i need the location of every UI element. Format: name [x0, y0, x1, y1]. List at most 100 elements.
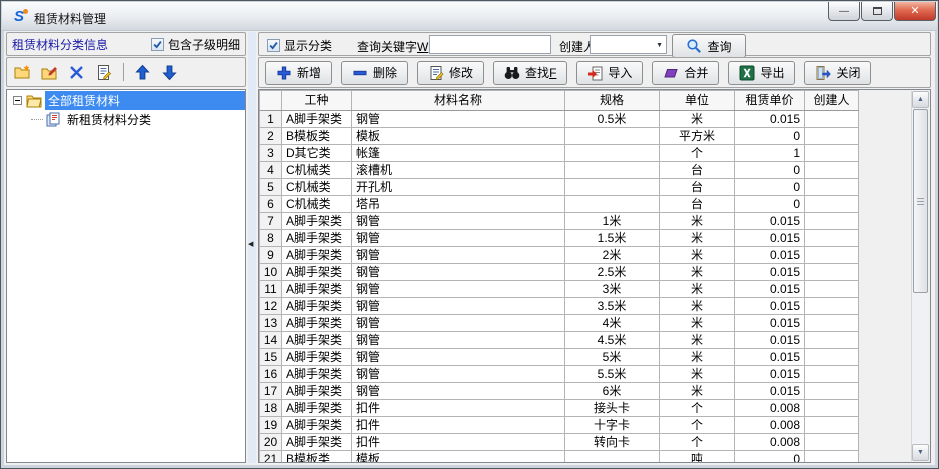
table-cell: 0.008 [735, 417, 805, 434]
table-row[interactable]: 10A脚手架类钢管2.5米米0.015 [260, 264, 859, 281]
chevron-down-icon: ▼ [656, 42, 663, 49]
tree-node-label: 新租赁材料分类 [64, 110, 154, 129]
table-row[interactable]: 18A脚手架类扣件接头卡个0.008 [260, 400, 859, 417]
column-header[interactable]: 工种 [282, 91, 352, 111]
vertical-scrollbar[interactable]: ▲ ▼ [911, 91, 928, 461]
panel-splitter[interactable]: ◀ [248, 32, 256, 463]
scroll-up-icon[interactable]: ▲ [912, 91, 929, 108]
column-header[interactable]: 租赁单价 [735, 91, 805, 111]
scroll-down-icon[interactable]: ▼ [912, 444, 929, 461]
category-panel-title: 租赁材料分类信息 [12, 36, 147, 53]
window-title: 租赁材料管理 [34, 10, 106, 27]
include-children-checkbox[interactable] [151, 38, 164, 51]
search-button[interactable]: 查询 [672, 34, 746, 58]
table-row[interactable]: 19A脚手架类扣件十字卡个0.008 [260, 417, 859, 434]
table-cell: A脚手架类 [282, 281, 352, 298]
creator-combobox[interactable]: ▼ [590, 35, 667, 54]
table-cell: C机械类 [282, 196, 352, 213]
table-cell: 0.015 [735, 230, 805, 247]
table-cell [805, 366, 859, 383]
column-header[interactable] [260, 91, 282, 111]
scrollbar-thumb[interactable] [913, 109, 928, 293]
category-detail-button[interactable] [94, 62, 114, 82]
column-header[interactable]: 规格 [565, 91, 660, 111]
find-button[interactable]: 查找F [493, 61, 567, 85]
app-window: S 租赁材料管理 — ✕ 租赁材料分类信息 包含子级明细 全部租赁材料新租赁材料… [0, 0, 939, 469]
title-bar[interactable]: S 租赁材料管理 — ✕ [2, 2, 937, 31]
move-down-button[interactable] [160, 62, 180, 82]
category-panel-header: 租赁材料分类信息 包含子级明细 [6, 32, 246, 56]
row-number-cell: 16 [260, 366, 282, 383]
close-window-button[interactable]: ✕ [894, 2, 936, 21]
table-row[interactable]: 5C机械类开孔机台0 [260, 179, 859, 196]
arrow-up-icon [134, 64, 152, 81]
table-cell: 米 [660, 315, 735, 332]
tree-node[interactable]: 全部租赁材料 [7, 92, 245, 109]
table-row[interactable]: 4C机械类滚槽机台0 [260, 162, 859, 179]
folder-edit-icon [41, 64, 59, 81]
table-row[interactable]: 1A脚手架类钢管0.5米米0.015 [260, 111, 859, 128]
folder-new-icon [14, 64, 32, 81]
table-row[interactable]: 20A脚手架类扣件转向卡个0.008 [260, 434, 859, 451]
table-row[interactable]: 15A脚手架类钢管5米米0.015 [260, 349, 859, 366]
modify-button[interactable]: 修改 [417, 61, 484, 85]
arrow-down-icon [161, 64, 179, 81]
app-icon: S [10, 8, 28, 26]
show-category-checkbox[interactable] [267, 39, 280, 52]
table-row[interactable]: 17A脚手架类钢管6米米0.015 [260, 383, 859, 400]
tree-node-label: 全部租赁材料 [45, 91, 245, 110]
tree-expander-icon[interactable] [13, 96, 22, 105]
table-row[interactable]: 3D其它类帐篷个1 [260, 145, 859, 162]
table-row[interactable]: 16A脚手架类钢管5.5米米0.015 [260, 366, 859, 383]
table-cell [805, 264, 859, 281]
column-header[interactable]: 创建人 [805, 91, 859, 111]
add-button[interactable]: 新增 [265, 61, 332, 85]
export-button[interactable]: 导出 [728, 61, 795, 85]
table-cell [805, 145, 859, 162]
collapse-arrow-icon[interactable]: ◀ [248, 240, 253, 248]
table-cell [805, 111, 859, 128]
table-row[interactable]: 13A脚手架类钢管4米米0.015 [260, 315, 859, 332]
close-button[interactable]: 关闭 [804, 61, 871, 85]
table-cell: 0.015 [735, 366, 805, 383]
folder-icon [26, 93, 42, 108]
table-cell: 钢管 [352, 213, 565, 230]
move-up-button[interactable] [133, 62, 153, 82]
table-row[interactable]: 11A脚手架类钢管3米米0.015 [260, 281, 859, 298]
delete-button[interactable]: 删除 [341, 61, 408, 85]
exit-door-icon [815, 65, 831, 81]
minimize-button[interactable]: — [828, 2, 860, 21]
table-cell: 0 [735, 128, 805, 145]
table-cell [565, 145, 660, 162]
column-header[interactable]: 材料名称 [352, 91, 565, 111]
keyword-input[interactable] [429, 35, 551, 54]
table-cell: 3米 [565, 281, 660, 298]
tree-node[interactable]: 新租赁材料分类 [7, 111, 245, 128]
table-row[interactable]: 2B模板类模板平方米0 [260, 128, 859, 145]
maximize-button[interactable] [861, 2, 893, 21]
row-number-cell: 15 [260, 349, 282, 366]
table-cell: 1 [735, 145, 805, 162]
table-row[interactable]: 7A脚手架类钢管1米米0.015 [260, 213, 859, 230]
table-row[interactable]: 9A脚手架类钢管2米米0.015 [260, 247, 859, 264]
table-row[interactable]: 6C机械类塔吊台0 [260, 196, 859, 213]
column-header[interactable]: 单位 [660, 91, 735, 111]
import-button[interactable]: 导入 [576, 61, 643, 85]
category-tree: 全部租赁材料新租赁材料分类 [6, 89, 246, 463]
table-cell: 0.015 [735, 111, 805, 128]
table-cell [805, 417, 859, 434]
add-category-button[interactable] [13, 62, 33, 82]
table-row[interactable]: 12A脚手架类钢管3.5米米0.015 [260, 298, 859, 315]
edit-category-button[interactable] [40, 62, 60, 82]
merge-button[interactable]: 合并 [652, 61, 719, 85]
table-row[interactable]: 14A脚手架类钢管4.5米米0.015 [260, 332, 859, 349]
table-cell: 钢管 [352, 230, 565, 247]
table-cell: 米 [660, 111, 735, 128]
table-cell: 滚槽机 [352, 162, 565, 179]
delete-category-button[interactable] [67, 62, 87, 82]
row-number-cell: 18 [260, 400, 282, 417]
search-button-label: 查询 [707, 38, 731, 55]
table-row[interactable]: 21B模板类模板吨0 [260, 451, 859, 464]
table-cell: 台 [660, 179, 735, 196]
table-row[interactable]: 8A脚手架类钢管1.5米米0.015 [260, 230, 859, 247]
